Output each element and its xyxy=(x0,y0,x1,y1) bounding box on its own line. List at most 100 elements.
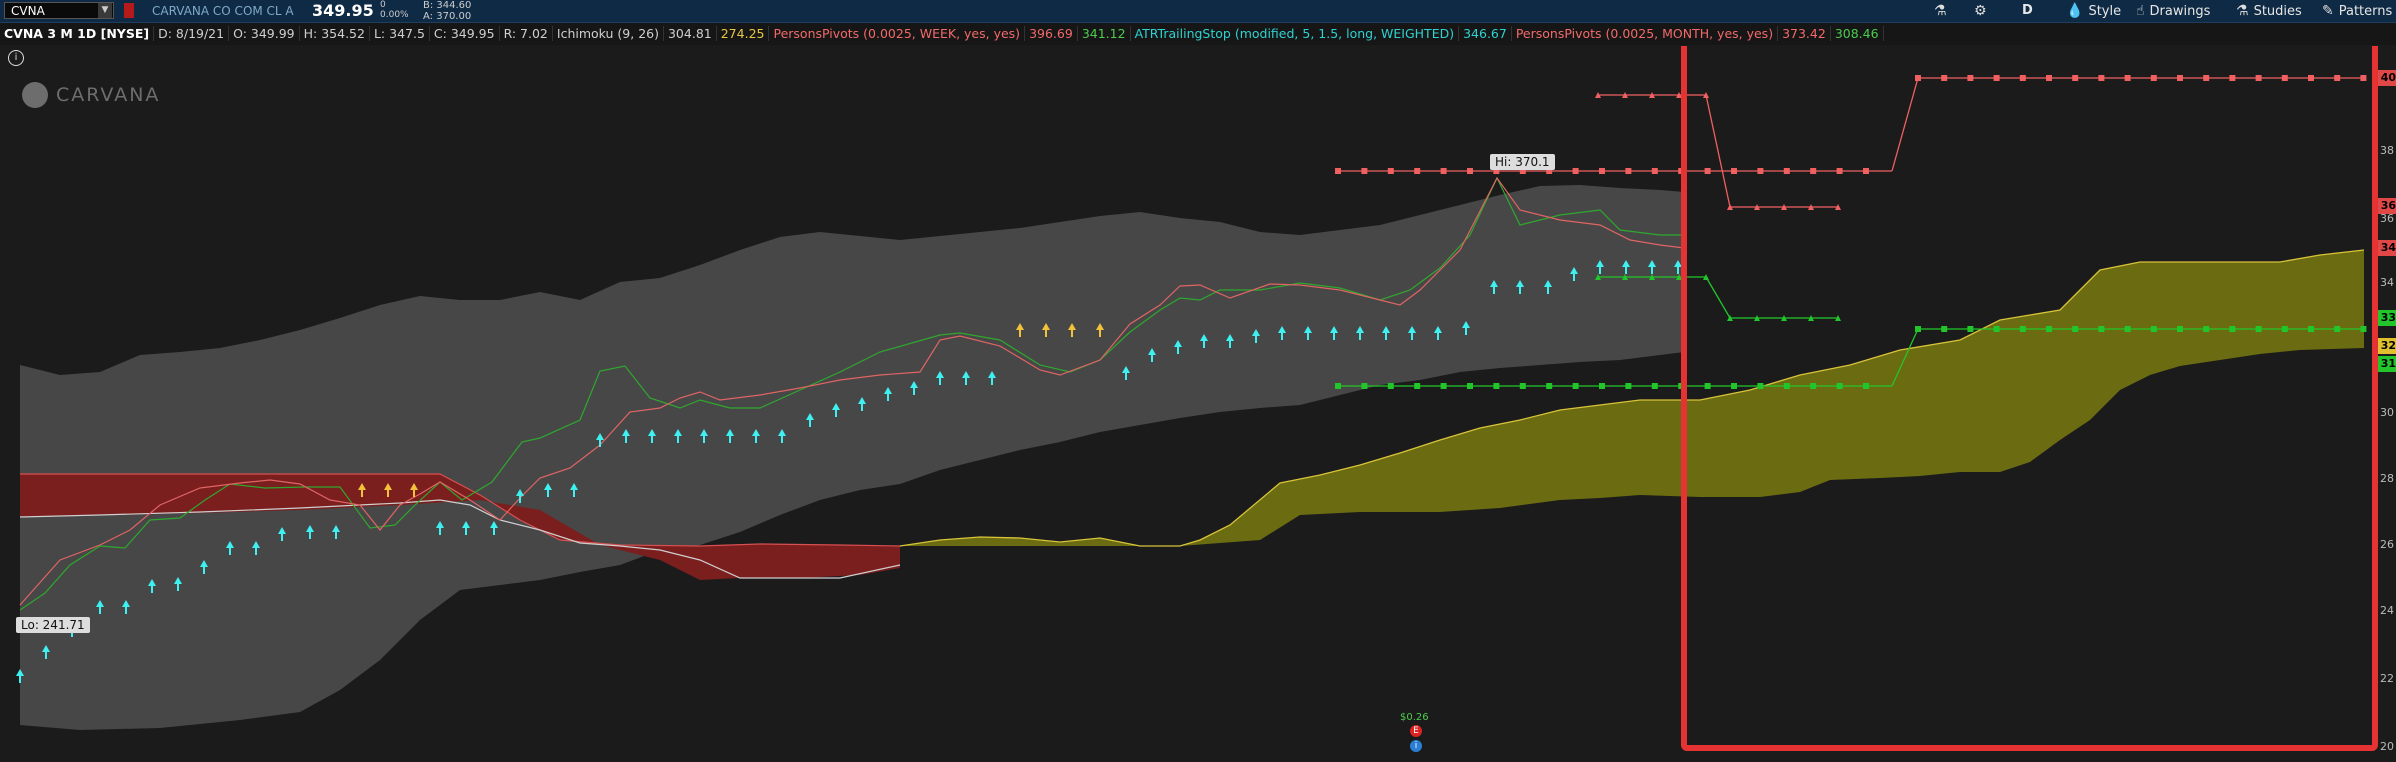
pivot-marker xyxy=(2308,326,2314,332)
last-price: 349.95 xyxy=(312,1,374,20)
symbol-dropdown-icon[interactable]: ▼ xyxy=(98,3,112,18)
pivots-week-label[interactable]: PersonsPivots (0.0025, WEEK, yes, yes) xyxy=(769,26,1026,41)
pivot-marker xyxy=(1599,383,1605,389)
style-button[interactable]: 💧 Style xyxy=(2066,3,2121,19)
pivot-marker xyxy=(1704,168,1711,174)
pivot-marker xyxy=(2124,75,2131,81)
patterns-icon: ✎ xyxy=(2322,3,2334,19)
ask-price: A: 370.00 xyxy=(423,11,472,22)
atr-label[interactable]: ATRTrailingStop (modified, 5, 1.5, long,… xyxy=(1130,26,1460,41)
style-label: Style xyxy=(2088,3,2122,19)
axis-label: 34 xyxy=(2380,276,2394,289)
pivot-marker xyxy=(1572,383,1579,389)
pivot-marker xyxy=(1993,326,2000,332)
settings-button[interactable]: ⚙ xyxy=(1974,3,1987,19)
patterns-label: Patterns xyxy=(2338,3,2393,19)
pivot-marker xyxy=(1467,168,1473,174)
period-button[interactable]: D xyxy=(2022,3,2033,18)
pivot-marker xyxy=(1863,383,1869,389)
flask-button[interactable]: ⚗ xyxy=(1934,3,1947,19)
pivot-marker xyxy=(1651,168,1658,174)
price-box: 32 xyxy=(2378,338,2396,354)
info-range: R: 7.02 xyxy=(499,26,553,41)
pivot-marker xyxy=(2281,326,2288,332)
pivot-marker xyxy=(2072,326,2079,332)
info-open: O: 349.99 xyxy=(229,26,300,41)
axis-label: 38 xyxy=(2380,144,2394,157)
pivot-marker xyxy=(1783,168,1790,174)
bid-price: B: 344.60 xyxy=(423,0,472,11)
pivot-marker xyxy=(1440,383,1447,389)
pivot-marker xyxy=(1625,383,1632,389)
bid-ask: B: 344.60 A: 370.00 xyxy=(423,0,471,22)
pivot-marker xyxy=(2046,326,2052,332)
pivot-marker xyxy=(1361,168,1368,174)
pivot-marker xyxy=(2019,75,2026,81)
info-date: D: 8/19/21 xyxy=(154,26,230,41)
change-percent: 0.00% xyxy=(380,10,409,20)
paint-drop-icon: 💧 xyxy=(2066,3,2084,19)
earnings-marker-icon[interactable]: E xyxy=(1410,725,1422,737)
pivot-marker xyxy=(1757,383,1764,389)
info-low: L: 347.5 xyxy=(369,26,430,41)
pivot-marker xyxy=(1967,75,1974,81)
price-chart[interactable] xyxy=(0,46,2396,762)
pivot-marker xyxy=(2334,75,2341,81)
period-label: D xyxy=(2022,3,2033,18)
alert-flag-icon[interactable] xyxy=(124,3,134,18)
pivot-marker xyxy=(1625,168,1632,174)
pivot-marker xyxy=(2281,75,2288,81)
pivot-marker xyxy=(1387,168,1394,174)
pivots-month-value-1: 373.42 xyxy=(1778,26,1831,41)
pivot-marker xyxy=(1863,168,1869,174)
info-marker-icon[interactable]: i xyxy=(1410,740,1422,752)
info-close: C: 349.95 xyxy=(429,26,500,41)
price-change: 0 0.00% xyxy=(380,0,409,20)
pivot-marker xyxy=(2203,326,2210,332)
price-box: 33 xyxy=(2378,310,2396,326)
flask-icon: ⚗ xyxy=(1934,3,1947,19)
patterns-button[interactable]: ✎ Patterns xyxy=(2322,3,2392,19)
pivot-connector xyxy=(1891,77,1919,172)
ichimoku-value-1: 304.81 xyxy=(663,26,717,41)
hand-pointer-icon: ☝ xyxy=(2136,3,2145,19)
pivot-marker xyxy=(1572,168,1579,174)
ichimoku-value-2: 274.25 xyxy=(716,26,770,41)
study-info-bar: CVNA 3 M 1D [NYSE] D: 8/19/21 O: 349.99 H: … xyxy=(0,23,2396,45)
pivot-marker xyxy=(1387,383,1394,389)
pivots-month-label[interactable]: PersonsPivots (0.0025, MONTH, yes, yes) xyxy=(1511,26,1779,41)
low-callout: Lo: 241.71 xyxy=(16,617,90,633)
high-callout: Hi: 370.1 xyxy=(1490,154,1555,170)
dividend-label: $0.26 xyxy=(1400,712,1429,723)
drawings-label: Drawings xyxy=(2149,3,2211,19)
ichimoku-label[interactable]: Ichimoku (9, 26) xyxy=(552,26,664,41)
pivot-connector xyxy=(1705,94,1731,208)
drawings-button[interactable]: ☝ Drawings xyxy=(2136,3,2210,19)
pivot-marker xyxy=(2046,75,2052,81)
price-box: 40 xyxy=(2378,70,2396,86)
pivot-marker xyxy=(2203,75,2210,81)
axis-label: 28 xyxy=(2380,472,2394,485)
chart-title: CVNA 3 M 1D [NYSE] xyxy=(0,26,155,41)
gear-icon: ⚙ xyxy=(1974,3,1987,19)
pivot-marker xyxy=(1651,383,1658,389)
pivot-marker xyxy=(2150,75,2157,81)
pivot-connector xyxy=(1705,276,1731,319)
pivot-marker xyxy=(1810,168,1817,174)
pivots-month-value-2: 308.46 xyxy=(1830,26,1884,41)
pivot-marker xyxy=(1519,383,1526,389)
pivot-marker xyxy=(2308,75,2314,81)
pivot-marker xyxy=(1335,168,1341,174)
pivot-marker xyxy=(1757,168,1764,174)
pivot-marker xyxy=(1440,168,1447,174)
axis-label: 30 xyxy=(2380,406,2394,419)
studies-button[interactable]: ⚗ Studies xyxy=(2236,3,2302,19)
pivot-marker xyxy=(1783,383,1790,389)
pivot-marker xyxy=(2072,75,2079,81)
pivot-marker xyxy=(1467,383,1473,389)
atr-value: 346.67 xyxy=(1459,26,1512,41)
pivot-marker xyxy=(2019,326,2026,332)
pivot-marker xyxy=(1941,326,1948,332)
pivot-marker xyxy=(1704,383,1711,389)
pivot-marker xyxy=(1731,383,1737,389)
